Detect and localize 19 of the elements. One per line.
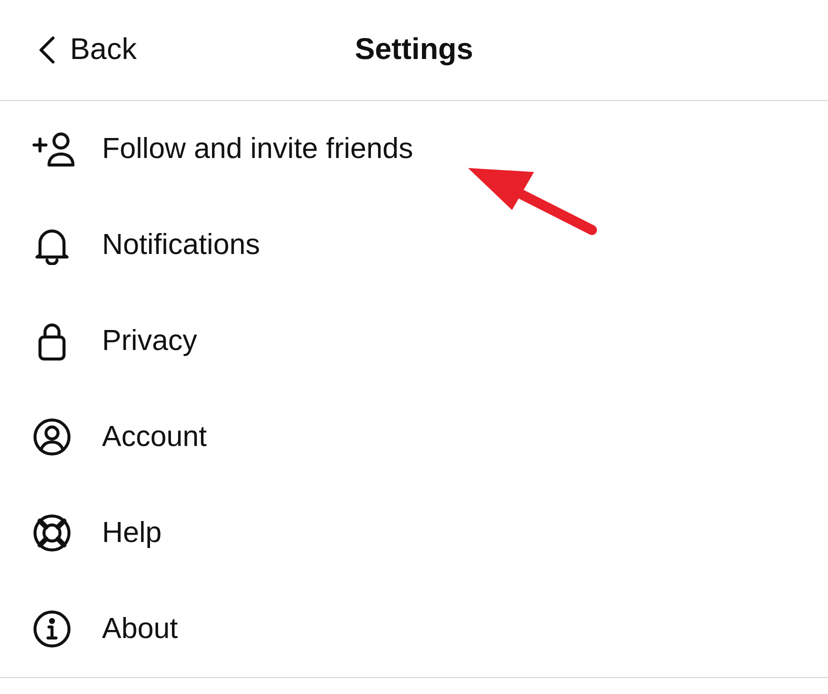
item-label: Help [102, 516, 162, 550]
item-label: About [102, 612, 178, 646]
settings-item[interactable]: Account [0, 389, 828, 485]
info-icon [32, 609, 72, 649]
settings-item[interactable]: Follow and invite friends [0, 101, 828, 197]
back-button[interactable]: Back [38, 33, 137, 67]
item-label: Notifications [102, 228, 260, 262]
settings-item[interactable]: Notifications [0, 197, 828, 293]
settings-item[interactable]: Help [0, 485, 828, 581]
chevron-left-icon [38, 35, 56, 65]
screen-title: Settings [354, 33, 474, 66]
item-label: Privacy [102, 324, 198, 358]
item-label: Account [102, 420, 207, 454]
settings-item[interactable]: Privacy [0, 293, 828, 389]
user-circle-icon [32, 417, 72, 457]
lifebuoy-icon [32, 513, 72, 553]
add-person-icon [32, 131, 76, 167]
settings-item[interactable]: About [0, 581, 828, 677]
item-label: Follow and invite friends [102, 132, 414, 166]
